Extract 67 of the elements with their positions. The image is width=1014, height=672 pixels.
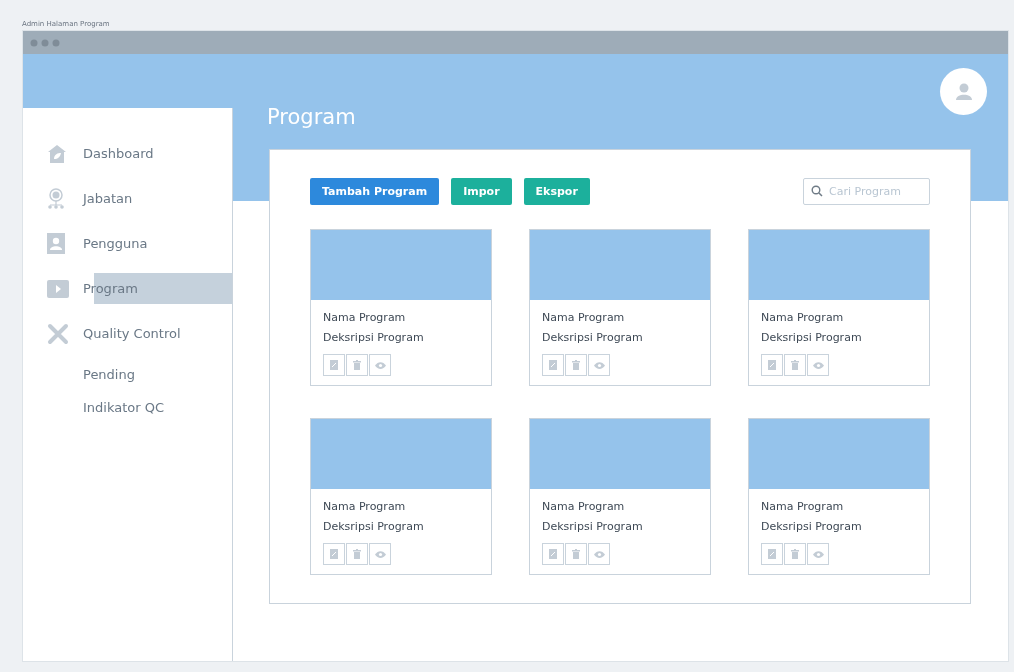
avatar[interactable] <box>940 68 987 115</box>
view-button[interactable] <box>807 354 829 376</box>
program-description: Deksripsi Program <box>323 330 425 346</box>
program-name: Nama Program <box>542 310 626 326</box>
nav-subitem[interactable]: Pending <box>23 363 232 385</box>
view-button[interactable] <box>588 543 610 565</box>
edit-button[interactable] <box>323 543 345 565</box>
delete-button[interactable] <box>784 354 806 376</box>
edit-button[interactable] <box>761 354 783 376</box>
edit-icon <box>768 360 776 370</box>
nav-item[interactable]: Pengguna <box>23 228 232 259</box>
view-button[interactable] <box>588 354 610 376</box>
search-icon <box>811 185 823 197</box>
edit-icon <box>330 549 338 559</box>
house-icon <box>47 143 67 164</box>
add-button[interactable]: Tambah Program <box>310 178 440 205</box>
program-description: Deksripsi Program <box>542 519 644 535</box>
edit-button[interactable] <box>542 354 564 376</box>
eye-icon <box>374 550 386 558</box>
delete-button[interactable] <box>346 543 368 565</box>
view-button[interactable] <box>369 354 391 376</box>
delete-button[interactable] <box>346 354 368 376</box>
action-button[interactable]: Ekspor <box>523 178 590 205</box>
edit-button[interactable] <box>542 543 564 565</box>
eye-icon <box>374 361 386 369</box>
delete-button[interactable] <box>565 354 587 376</box>
eye-icon <box>593 550 605 558</box>
action-button[interactable]: Impor <box>451 178 512 205</box>
edit-button[interactable] <box>761 543 783 565</box>
trash-icon <box>353 549 361 559</box>
program-name: Nama Program <box>542 499 626 515</box>
edit-button[interactable] <box>323 354 345 376</box>
delete-button[interactable] <box>784 543 806 565</box>
edit-icon <box>549 360 557 370</box>
window-dots-icon <box>30 38 60 47</box>
delete-button[interactable] <box>565 543 587 565</box>
trash-icon <box>572 360 580 370</box>
trash-icon <box>353 360 361 370</box>
edit-icon <box>768 549 776 559</box>
user-icon <box>955 83 972 100</box>
view-button[interactable] <box>369 543 391 565</box>
person-node-icon <box>47 187 65 210</box>
search-field[interactable]: Cari Program <box>803 178 930 205</box>
trash-icon <box>572 549 580 559</box>
program-name: Nama Program <box>323 310 407 326</box>
eye-icon <box>593 361 605 369</box>
play-icon <box>47 279 69 298</box>
view-button[interactable] <box>807 543 829 565</box>
trash-icon <box>791 360 799 370</box>
nav-item[interactable]: Dashboard <box>23 138 232 169</box>
edit-icon <box>330 360 338 370</box>
edit-icon <box>549 549 557 559</box>
program-name: Nama Program <box>761 499 845 515</box>
program-description: Deksripsi Program <box>761 330 863 346</box>
eye-icon <box>812 361 824 369</box>
trash-icon <box>791 549 799 559</box>
user-card-icon <box>47 233 65 254</box>
nav-subitem[interactable]: Indikator QC <box>23 396 232 418</box>
program-description: Deksripsi Program <box>323 519 425 535</box>
eye-icon <box>812 550 824 558</box>
program-name: Nama Program <box>761 310 845 326</box>
program-description: Deksripsi Program <box>761 519 863 535</box>
nav-item[interactable]: Quality Control <box>23 318 232 349</box>
nav-item[interactable]: Jabatan <box>23 183 232 214</box>
page-title: Program <box>267 105 356 129</box>
program-description: Deksripsi Program <box>542 330 644 346</box>
program-name: Nama Program <box>323 499 407 515</box>
